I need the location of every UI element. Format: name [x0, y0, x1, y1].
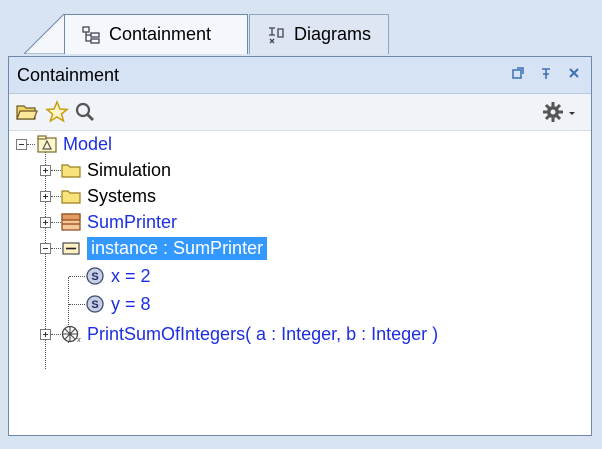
- bottom-edge: [0, 436, 602, 449]
- gear-icon[interactable]: [541, 100, 565, 124]
- activity-icon: xy: [61, 325, 81, 343]
- close-icon[interactable]: [567, 66, 581, 80]
- collapse-toggle[interactable]: [16, 139, 27, 150]
- containment-tree-icon: [81, 25, 101, 45]
- tree-item-label: Simulation: [87, 159, 172, 180]
- panel-title: Containment: [17, 64, 120, 85]
- instance-spec-icon: [62, 242, 80, 255]
- dropdown-arrow-icon[interactable]: [565, 100, 579, 124]
- tree-item-slot-y[interactable]: S y = 8: [85, 291, 151, 317]
- expand-toggle[interactable]: [40, 329, 51, 340]
- search-icon[interactable]: [73, 100, 97, 124]
- tree-item-label: Model: [63, 133, 113, 154]
- panel-titlebar: Containment: [9, 57, 591, 94]
- tree-item-simulation[interactable]: Simulation: [61, 157, 171, 183]
- block-class-icon: [61, 213, 81, 231]
- expand-toggle[interactable]: [40, 191, 51, 202]
- expand-toggle[interactable]: [40, 165, 51, 176]
- pin-icon[interactable]: [539, 66, 553, 80]
- tree-item-label: y = 8: [111, 293, 151, 314]
- tab-containment[interactable]: Containment: [64, 14, 248, 54]
- model-package-icon: [37, 135, 57, 153]
- containment-panel: Containment Model Simulation Systems Sum…: [8, 56, 592, 436]
- tree-item-slot-x[interactable]: S x = 2: [85, 263, 151, 289]
- tab-label: Diagrams: [294, 24, 372, 44]
- tree-item-printsumofintegers[interactable]: xy PrintSumOfIntegers( a : Integer, b : …: [61, 321, 438, 347]
- expand-toggle[interactable]: [40, 217, 51, 228]
- tree-item-label: Systems: [87, 185, 157, 206]
- star-icon[interactable]: [45, 100, 69, 124]
- open-folder-icon[interactable]: [15, 100, 39, 124]
- slot-icon: S: [86, 295, 104, 313]
- tree-item-sumprinter[interactable]: SumPrinter: [61, 209, 177, 235]
- tab-strip: Containment Diagrams: [0, 0, 602, 58]
- tree-item-instance[interactable]: instance : SumPrinter: [61, 235, 268, 261]
- collapse-toggle[interactable]: [40, 243, 51, 254]
- tree-item-model[interactable]: Model: [37, 131, 112, 157]
- tree-item-label: SumPrinter: [87, 211, 178, 232]
- svg-text:S: S: [91, 299, 98, 311]
- tree-item-label: instance : SumPrinter: [87, 236, 268, 260]
- tree-item-label: PrintSumOfIntegers( a : Integer, b : Int…: [87, 323, 439, 344]
- tab-label: Containment: [109, 24, 212, 44]
- svg-text:S: S: [91, 271, 98, 283]
- containment-tree: Model Simulation Systems SumPrinter inst…: [9, 131, 591, 431]
- restore-icon[interactable]: [511, 66, 525, 80]
- svg-text:xy: xy: [77, 337, 81, 343]
- tab-diagrams[interactable]: Diagrams: [249, 14, 389, 54]
- folder-icon: [61, 164, 81, 178]
- tree-item-systems[interactable]: Systems: [61, 183, 156, 209]
- tab-slant-decoration: [24, 14, 68, 54]
- folder-icon: [61, 190, 81, 204]
- diagrams-icon: [266, 25, 286, 45]
- panel-toolbar: [9, 94, 591, 131]
- slot-icon: S: [86, 267, 104, 285]
- tree-item-label: x = 2: [111, 265, 151, 286]
